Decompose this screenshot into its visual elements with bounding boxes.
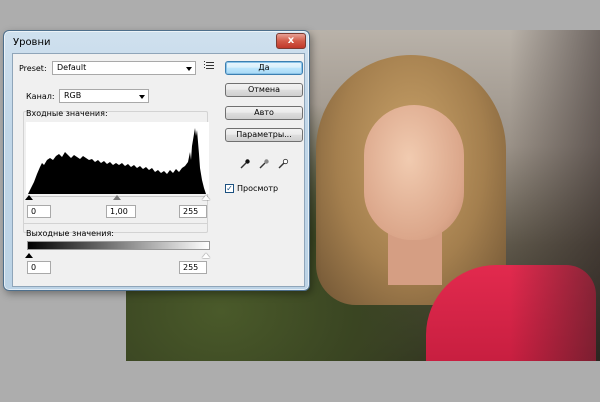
- channel-dropdown[interactable]: RGB: [59, 89, 149, 103]
- dialog-title: Уровни: [13, 37, 51, 48]
- output-gradient-bar: [27, 241, 210, 250]
- preview-checkbox[interactable]: ✓: [225, 184, 234, 193]
- ok-button[interactable]: Да: [225, 61, 303, 75]
- input-levels-label: Входные значения:: [26, 109, 108, 118]
- output-white-slider[interactable]: [202, 253, 210, 258]
- auto-button[interactable]: Авто: [225, 106, 303, 120]
- gray-eyedropper-icon[interactable]: [258, 155, 270, 169]
- options-button[interactable]: Параметры...: [225, 128, 303, 142]
- chevron-down-icon: [186, 67, 192, 71]
- output-black-field[interactable]: 0: [27, 261, 51, 274]
- channel-value: RGB: [64, 91, 82, 100]
- input-white-field[interactable]: 255: [179, 205, 207, 218]
- preview-label: Просмотр: [237, 184, 279, 193]
- preset-options-icon[interactable]: [204, 61, 214, 70]
- close-button[interactable]: x: [276, 33, 306, 49]
- levels-dialog: Уровни x Preset: Default Канал: RGB Вход…: [3, 30, 310, 291]
- preset-dropdown[interactable]: Default: [52, 61, 196, 75]
- histogram: [26, 122, 209, 194]
- preset-value: Default: [57, 63, 87, 72]
- output-black-slider[interactable]: [25, 253, 33, 258]
- output-levels-label: Выходные значения:: [26, 229, 114, 238]
- input-gamma-slider[interactable]: [113, 195, 121, 200]
- input-white-slider[interactable]: [202, 195, 210, 200]
- input-gamma-field[interactable]: 1,00: [106, 205, 136, 218]
- channel-label: Канал:: [26, 92, 55, 101]
- input-black-slider[interactable]: [25, 195, 33, 200]
- photo-face: [364, 105, 464, 240]
- cancel-button[interactable]: Отмена: [225, 83, 303, 97]
- black-eyedropper-icon[interactable]: [239, 155, 251, 169]
- histogram-shape: [28, 128, 206, 194]
- chevron-down-icon: [139, 95, 145, 99]
- dialog-client-area: Preset: Default Канал: RGB Входные значе…: [12, 53, 305, 287]
- input-black-field[interactable]: 0: [27, 205, 51, 218]
- levels-separator: [23, 223, 208, 224]
- histogram-graph: [28, 128, 206, 194]
- output-white-field[interactable]: 255: [179, 261, 207, 274]
- photo-shade: [510, 30, 600, 361]
- preset-label: Preset:: [19, 64, 47, 73]
- white-eyedropper-icon[interactable]: [277, 155, 289, 169]
